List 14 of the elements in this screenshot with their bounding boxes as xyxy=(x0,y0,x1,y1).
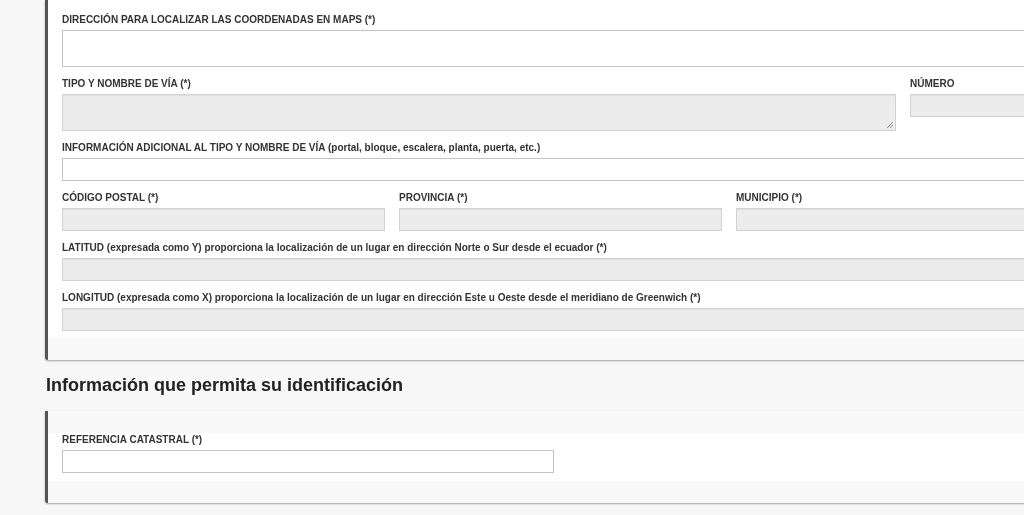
field-label: CÓDIGO POSTAL (*) xyxy=(62,191,160,205)
input-field[interactable] xyxy=(62,30,1024,67)
field-label: REFERENCIA CATASTRAL (*) xyxy=(62,433,204,447)
field-label: LONGITUD (expresada como X) proporciona la localización de un lugar en dirección Este u Oeste desde el meridiano de Greenwich (*) xyxy=(62,291,702,305)
input-field[interactable] xyxy=(62,450,554,473)
field-label: PROVINCIA (*) xyxy=(399,191,469,205)
field-label: INFORMACIÓN ADICIONAL AL TIPO Y NOMBRE DE VÍA (portal, bloque, escalera, planta, puerta, etc.) xyxy=(62,141,542,155)
field-label: NÚMERO xyxy=(910,77,956,91)
input-field[interactable] xyxy=(62,158,1024,181)
field-label: TIPO Y NOMBRE DE VÍA (*) xyxy=(62,77,192,91)
section-heading: Información que permita su identificación xyxy=(46,374,405,396)
field-label: DIRECCIÓN PARA LOCALIZAR LAS COORDENADAS EN MAPS (*) xyxy=(62,13,377,27)
field-label: LATITUD (expresada como Y) proporciona la localización de un lugar en dirección Norte o Sur desde el ecuador (*) xyxy=(62,241,608,255)
field-label: MUNICIPIO (*) xyxy=(736,191,804,205)
